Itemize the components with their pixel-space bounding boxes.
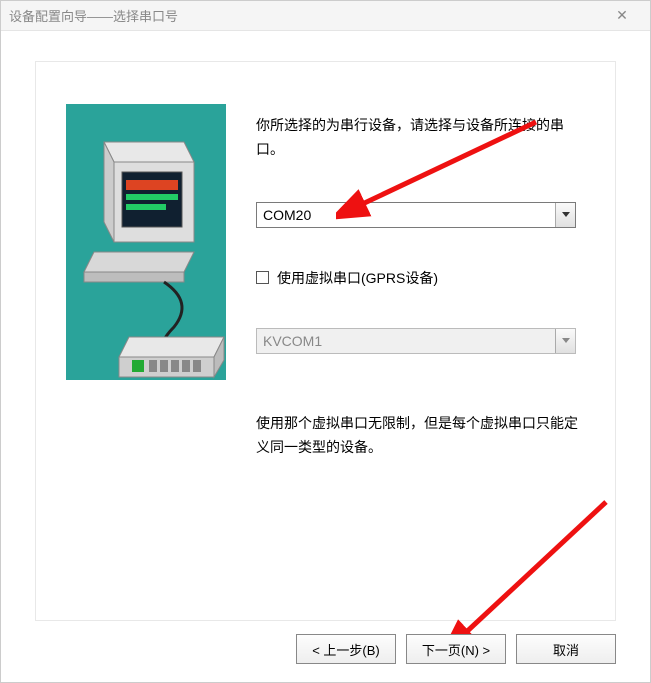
- window-title: 设备配置向导——选择串口号: [9, 6, 602, 25]
- button-row: < 上一步(B) 下一页(N) > 取消: [296, 634, 616, 664]
- virtual-port-value: KVCOM1: [263, 333, 322, 349]
- chevron-down-icon: [555, 203, 575, 227]
- virtual-port-checkbox[interactable]: 使用虚拟串口(GPRS设备): [256, 268, 585, 288]
- checkbox-icon: [256, 271, 269, 284]
- wizard-illustration: [64, 102, 229, 382]
- virtual-port-label: 使用虚拟串口(GPRS设备): [277, 268, 438, 288]
- cancel-button[interactable]: 取消: [516, 634, 616, 664]
- com-port-select[interactable]: COM20: [256, 202, 576, 228]
- com-port-value: COM20: [263, 207, 311, 223]
- dialog-window: 设备配置向导——选择串口号 ✕: [0, 0, 651, 683]
- wizard-panel: 你所选择的为串行设备，请选择与设备所连接的串口。 COM20 使用虚拟串口(GP…: [35, 61, 616, 621]
- content-area: 你所选择的为串行设备，请选择与设备所连接的串口。 COM20 使用虚拟串口(GP…: [1, 31, 650, 682]
- hint-text: 使用那个虚拟串口无限制，但是每个虚拟串口只能定义同一类型的设备。: [256, 412, 585, 460]
- instruction-text: 你所选择的为串行设备，请选择与设备所连接的串口。: [256, 114, 585, 162]
- next-button[interactable]: 下一页(N) >: [406, 634, 506, 664]
- close-button[interactable]: ✕: [602, 2, 642, 30]
- form-area: 你所选择的为串行设备，请选择与设备所连接的串口。 COM20 使用虚拟串口(GP…: [256, 114, 585, 394]
- virtual-port-select: KVCOM1: [256, 328, 576, 354]
- prev-button[interactable]: < 上一步(B): [296, 634, 396, 664]
- titlebar: 设备配置向导——选择串口号 ✕: [1, 1, 650, 31]
- chevron-down-icon: [555, 329, 575, 353]
- close-icon: ✕: [616, 7, 628, 24]
